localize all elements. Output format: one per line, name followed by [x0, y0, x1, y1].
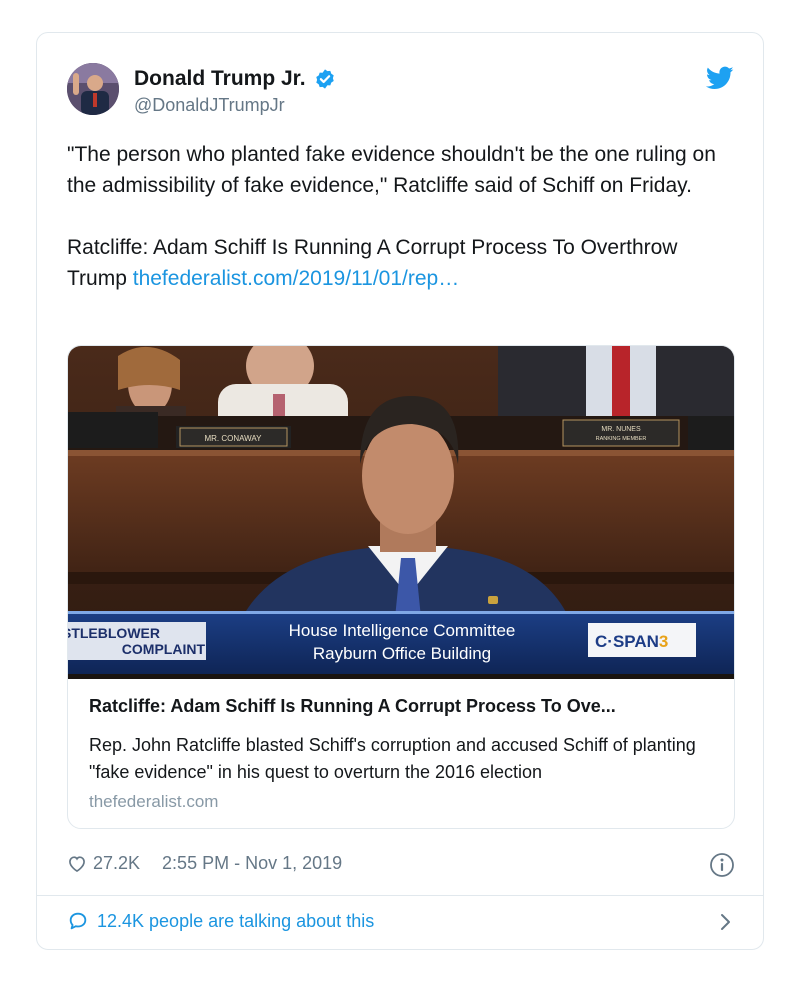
tweet-meta-row: 27.2K 2:55 PM - Nov 1, 2019 [67, 853, 342, 874]
chyron-center-line1: House Intelligence Committee [289, 621, 516, 640]
link-preview-card[interactable]: MR. CONAWAY MR. NUNES RANKING MEMBER TLE… [67, 345, 735, 829]
chevron-right-icon[interactable] [715, 911, 735, 933]
footer-divider [37, 895, 763, 896]
tweet-card: Donald Trump Jr. @DonaldJTrumpJr "The pe… [36, 32, 764, 950]
talking-count-text[interactable]: 12.4K people are talking about this [97, 911, 374, 932]
chyron-center-line2: Rayburn Office Building [313, 644, 491, 663]
author-name[interactable]: Donald Trump Jr. [134, 67, 306, 91]
preview-domain: thefederalist.com [89, 792, 219, 811]
preview-image[interactable]: MR. CONAWAY MR. NUNES RANKING MEMBER TLE… [68, 346, 734, 679]
info-icon[interactable] [709, 852, 735, 878]
preview-title[interactable]: Ratcliffe: Adam Schiff Is Running A Corr… [89, 696, 719, 717]
cspan-logo-text: C·SPAN [595, 632, 659, 651]
chyron-left-line2: COMPLAINT [122, 641, 206, 657]
cspan-logo-number: 3 [659, 632, 668, 651]
tweet-text: "The person who planted fake evidence sh… [67, 139, 727, 294]
article-link[interactable]: thefederalist.com/2019/11/01/rep… [133, 267, 459, 290]
author-handle[interactable]: @DonaldJTrumpJr [134, 95, 285, 116]
svg-text:C·SPAN3: C·SPAN3 [595, 632, 668, 651]
like-count[interactable]: 27.2K [93, 853, 140, 874]
author-name-row[interactable]: Donald Trump Jr. [134, 67, 336, 91]
nameplate-right-line2: RANKING MEMBER [596, 436, 647, 442]
nameplate-left: MR. CONAWAY [204, 434, 262, 443]
verified-badge-icon [315, 69, 334, 89]
tweet-paragraph: "The person who planted fake evidence sh… [67, 143, 716, 197]
tweet-timestamp[interactable]: 2:55 PM - Nov 1, 2019 [162, 853, 342, 874]
conversation-link[interactable]: 12.4K people are talking about this [67, 910, 374, 932]
speech-bubble-icon [69, 912, 87, 930]
tweet-paragraph: Ratcliffe: Adam Schiff Is Running A Corr… [67, 232, 727, 294]
author-avatar[interactable] [67, 63, 119, 115]
chyron-left-line1: WHISTLEBLOWER [68, 625, 160, 641]
nameplate-right-line1: MR. NUNES [601, 426, 641, 433]
heart-icon[interactable] [67, 854, 87, 874]
twitter-bird-icon[interactable] [706, 64, 734, 92]
preview-description: Rep. John Ratcliffe blasted Schiff's cor… [89, 735, 696, 782]
